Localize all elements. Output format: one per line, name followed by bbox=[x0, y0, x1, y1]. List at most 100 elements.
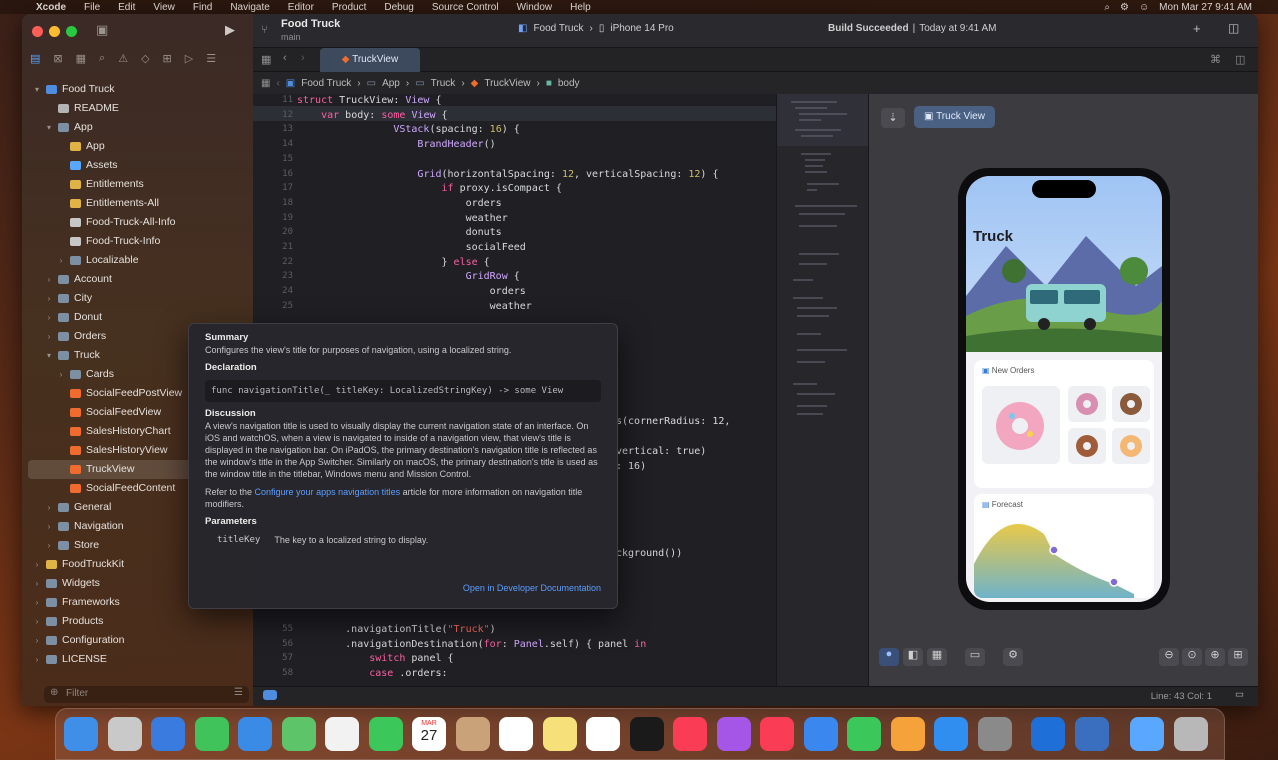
selectable-mode-icon[interactable]: ◧ bbox=[903, 648, 923, 666]
menu-navigate[interactable]: Navigate bbox=[230, 2, 269, 13]
debug-area-toggle-icon[interactable] bbox=[263, 690, 277, 700]
keynote-icon[interactable] bbox=[803, 717, 838, 751]
facetime-icon[interactable] bbox=[368, 717, 403, 751]
mail-icon[interactable] bbox=[238, 717, 272, 751]
chevron-down-icon[interactable]: ▾ bbox=[44, 346, 54, 365]
split-editor-icon[interactable]: ◫ bbox=[1235, 53, 1245, 66]
chevron-right-icon[interactable]: › bbox=[44, 536, 54, 555]
filter-field[interactable]: ⊕ Filter ☰ bbox=[44, 686, 249, 703]
project-title[interactable]: Food Truck bbox=[281, 18, 340, 30]
related-items-icon[interactable]: ▦ bbox=[261, 78, 270, 89]
grid-icon[interactable]: ▦ bbox=[261, 53, 271, 66]
contacts-icon[interactable] bbox=[455, 717, 490, 751]
menu-debug[interactable]: Debug bbox=[384, 2, 413, 13]
user-icon[interactable]: ☺ bbox=[1139, 2, 1149, 13]
inspector-toggle-icon[interactable]: ◫ bbox=[1228, 21, 1239, 35]
menu-product[interactable]: Product bbox=[332, 2, 366, 13]
chevron-right-icon[interactable]: › bbox=[32, 574, 42, 593]
find-navigator-icon[interactable]: ⌕ bbox=[99, 52, 105, 65]
chevron-down-icon[interactable]: ▾ bbox=[32, 80, 42, 99]
project-navigator-icon[interactable]: ▤ bbox=[30, 52, 40, 65]
chevron-right-icon[interactable]: › bbox=[44, 308, 54, 327]
control-center-icon[interactable]: ⚙ bbox=[1120, 2, 1129, 13]
navigator-item-entitlements-all[interactable]: Entitlements-All bbox=[22, 194, 253, 213]
pin-icon[interactable]: ⇣ bbox=[881, 108, 905, 128]
test-navigator-icon[interactable]: ◇ bbox=[141, 52, 149, 65]
chevron-right-icon[interactable]: › bbox=[32, 593, 42, 612]
navigator-item-account[interactable]: › Account bbox=[22, 270, 253, 289]
navigator-item-app[interactable]: ▾ App bbox=[22, 118, 253, 137]
menu-source-control[interactable]: Source Control bbox=[432, 2, 499, 13]
menu-app[interactable]: Xcode bbox=[36, 2, 66, 13]
zoom-button[interactable] bbox=[66, 26, 77, 37]
tv-icon[interactable] bbox=[629, 717, 664, 751]
notes-icon[interactable] bbox=[542, 717, 577, 751]
chevron-right-icon[interactable]: › bbox=[56, 365, 66, 384]
reminders-icon[interactable] bbox=[499, 717, 533, 751]
jump-truck[interactable]: Truck bbox=[431, 78, 456, 89]
zoom-out-icon[interactable]: ⊖ bbox=[1159, 648, 1179, 666]
calendar-icon[interactable]: MAR 27 bbox=[412, 717, 446, 751]
menu-file[interactable]: File bbox=[84, 2, 100, 13]
xcode-icon[interactable] bbox=[1031, 717, 1065, 751]
phone-screen[interactable]: Truck ▣ New Orders ▤ Forecast bbox=[966, 176, 1162, 602]
navigator-item-assets[interactable]: Assets bbox=[22, 156, 253, 175]
editor-options-icon[interactable]: ⌘ bbox=[1210, 53, 1221, 66]
menu-edit[interactable]: Edit bbox=[118, 2, 135, 13]
breakpoint-navigator-icon[interactable]: ▷ bbox=[185, 52, 193, 65]
news-icon[interactable] bbox=[760, 717, 794, 751]
symbol-navigator-icon[interactable]: ▦ bbox=[76, 52, 86, 65]
chevron-right-icon[interactable]: › bbox=[32, 612, 42, 631]
navigator-item-food-truck[interactable]: ▾ Food Truck bbox=[22, 80, 253, 99]
settings-icon[interactable]: ⚙ bbox=[1003, 648, 1023, 666]
appstore-icon[interactable] bbox=[934, 717, 968, 751]
chevron-right-icon[interactable]: › bbox=[44, 327, 54, 346]
report-navigator-icon[interactable]: ☰ bbox=[206, 52, 216, 65]
preview-tab[interactable]: ▣ Truck View bbox=[914, 106, 995, 128]
jump-food-truck[interactable]: Food Truck bbox=[301, 78, 351, 89]
variants-icon[interactable]: ▦ bbox=[927, 648, 947, 666]
destination-name[interactable]: iPhone 14 Pro bbox=[610, 23, 673, 34]
menu-help[interactable]: Help bbox=[570, 2, 591, 13]
zoom-in-icon[interactable]: ⊕ bbox=[1205, 648, 1225, 666]
chevron-right-icon[interactable]: › bbox=[44, 517, 54, 536]
folder-icon[interactable] bbox=[1130, 717, 1164, 751]
device-settings-icon[interactable]: ▭ bbox=[965, 648, 985, 666]
close-button[interactable] bbox=[32, 26, 43, 37]
chevron-right-icon[interactable]: › bbox=[44, 289, 54, 308]
forward-icon[interactable]: › bbox=[301, 52, 305, 64]
source-control-icon[interactable]: ⊠ bbox=[53, 52, 62, 65]
live-mode-icon[interactable]: ● bbox=[879, 648, 899, 666]
numbers-icon[interactable] bbox=[847, 717, 881, 751]
navigator-item-localizable[interactable]: › Localizable bbox=[22, 251, 253, 270]
minimize-button[interactable] bbox=[49, 26, 60, 37]
trash-icon[interactable] bbox=[1173, 717, 1208, 751]
zoom-100-icon[interactable]: ⊙ bbox=[1182, 648, 1202, 666]
photos-icon[interactable] bbox=[325, 717, 359, 751]
issue-navigator-icon[interactable]: ⚠ bbox=[118, 52, 128, 65]
add-icon[interactable]: + bbox=[1193, 21, 1201, 36]
menu-window[interactable]: Window bbox=[517, 2, 553, 13]
music-icon[interactable] bbox=[673, 717, 707, 751]
panel-toggle-icon[interactable]: ▭ bbox=[1235, 689, 1244, 700]
sidebar-toggle-icon[interactable]: ▣ bbox=[96, 22, 108, 38]
orders-card[interactable]: ▣ New Orders bbox=[974, 360, 1154, 488]
jump-body[interactable]: body bbox=[558, 78, 580, 89]
chevron-right-icon[interactable]: › bbox=[32, 631, 42, 650]
instruments-icon[interactable] bbox=[1074, 717, 1109, 751]
finder-icon[interactable] bbox=[64, 717, 98, 751]
chevron-right-icon[interactable]: › bbox=[56, 251, 66, 270]
chevron-right-icon[interactable]: › bbox=[44, 498, 54, 517]
freeform-icon[interactable] bbox=[586, 717, 620, 751]
navigator-item-products[interactable]: › Products bbox=[22, 612, 253, 631]
navigation-titles-link[interactable]: Configure your apps navigation titles bbox=[255, 487, 401, 497]
safari-icon[interactable] bbox=[151, 717, 185, 751]
menu-view[interactable]: View bbox=[153, 2, 175, 13]
navigator-item-license[interactable]: › LICENSE bbox=[22, 650, 253, 669]
debug-navigator-icon[interactable]: ⊞ bbox=[163, 52, 172, 65]
menubar-clock[interactable]: Mon Mar 27 9:41 AM bbox=[1159, 2, 1252, 13]
maps-icon[interactable] bbox=[281, 717, 316, 751]
scheme-name[interactable]: Food Truck bbox=[533, 23, 583, 34]
chevron-right-icon[interactable]: › bbox=[32, 555, 42, 574]
messages-icon[interactable] bbox=[194, 717, 229, 751]
